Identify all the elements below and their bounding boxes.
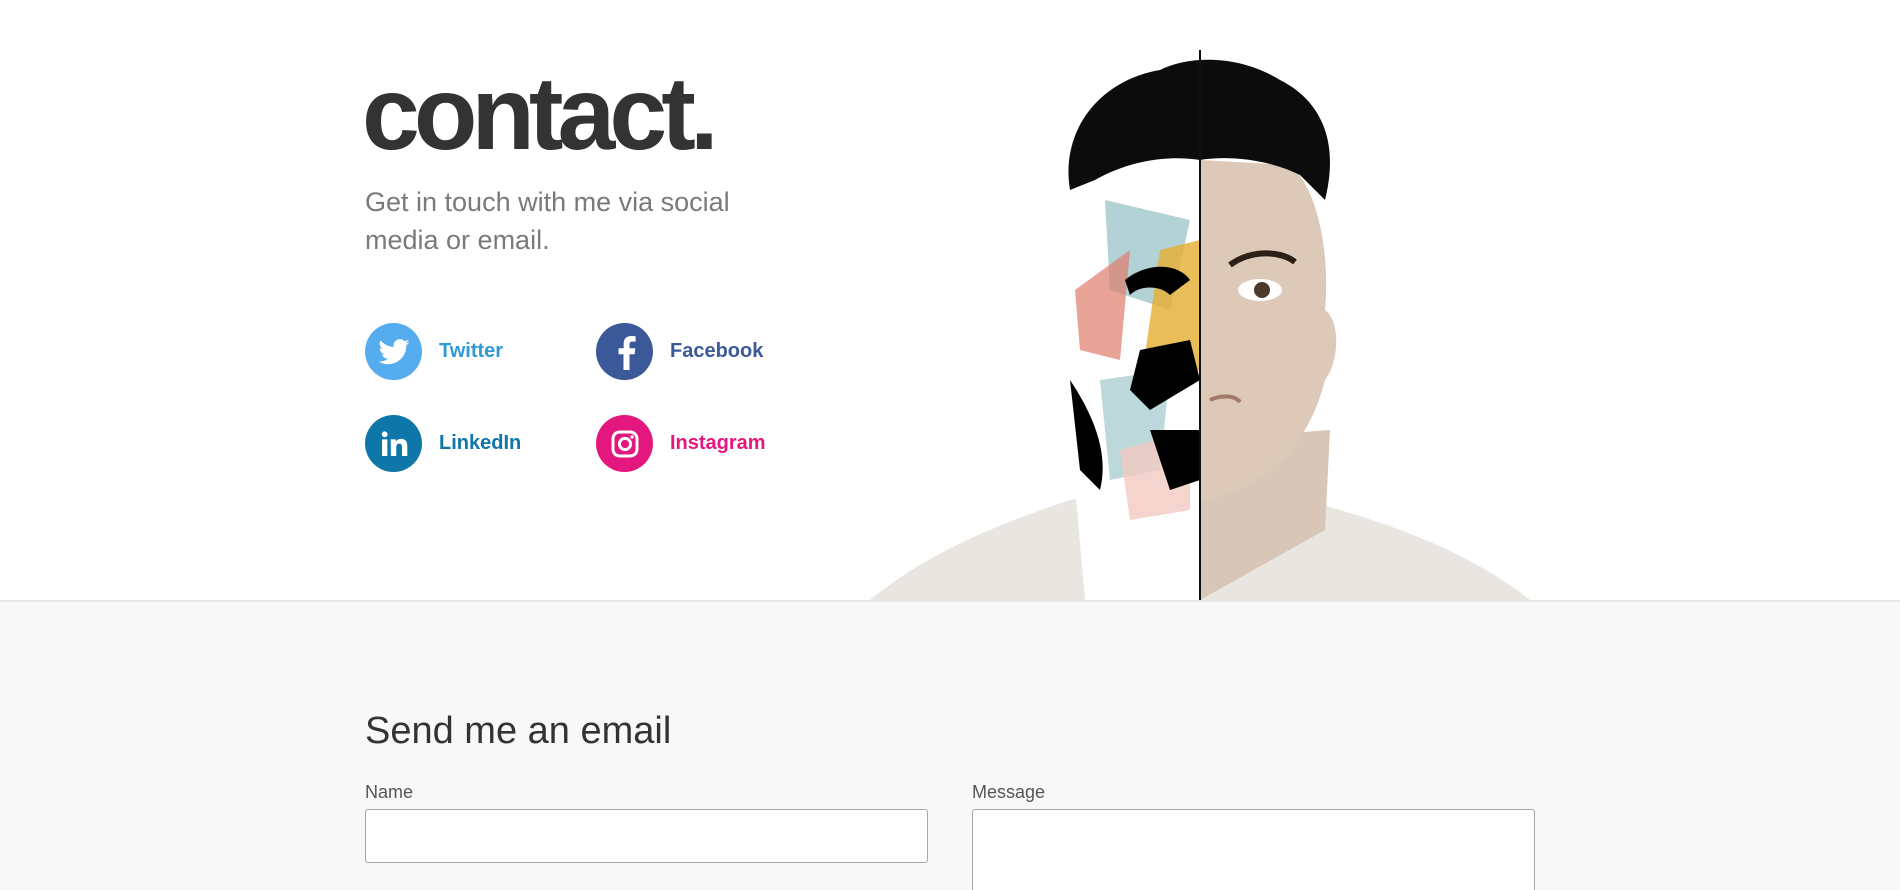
facebook-link[interactable]: Facebook xyxy=(596,323,763,380)
linkedin-icon xyxy=(365,415,422,472)
hero-section: contact. Get in touch with me via social… xyxy=(0,0,1900,600)
form-title: Send me an email xyxy=(365,710,672,752)
name-label: Name xyxy=(365,782,414,802)
twitter-label: Twitter xyxy=(439,340,504,362)
page-subtitle: Get in touch with me via social media or… xyxy=(365,187,730,255)
email-form-section: Send me an email Name Message xyxy=(0,600,1900,890)
facebook-label: Facebook xyxy=(670,340,764,362)
twitter-icon xyxy=(365,323,422,380)
linkedin-label: LinkedIn xyxy=(439,432,522,454)
twitter-link[interactable]: Twitter xyxy=(365,323,503,380)
instagram-icon xyxy=(596,415,653,472)
portrait-illustration xyxy=(870,50,1530,600)
instagram-link[interactable]: Instagram xyxy=(596,415,766,472)
facebook-icon xyxy=(596,323,653,380)
instagram-label: Instagram xyxy=(670,432,766,454)
page-title: contact. xyxy=(362,56,719,172)
name-input[interactable] xyxy=(365,809,928,863)
linkedin-link[interactable]: LinkedIn xyxy=(365,415,521,472)
message-label: Message xyxy=(972,782,1046,802)
message-input[interactable] xyxy=(972,809,1535,890)
